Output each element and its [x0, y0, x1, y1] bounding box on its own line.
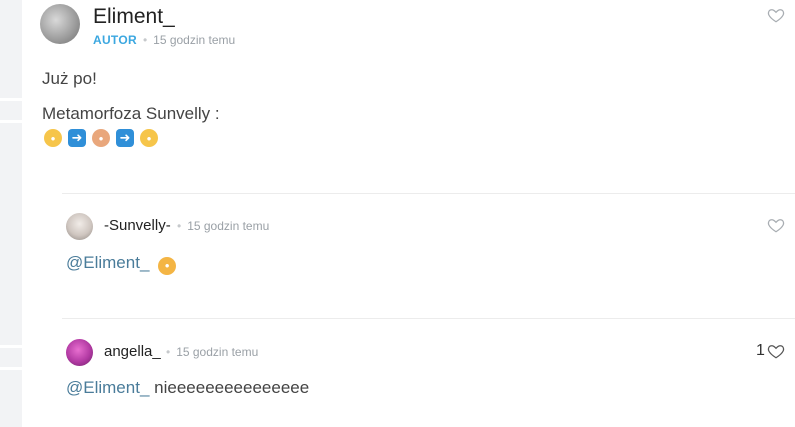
comment-meta: • 15 godzin temu: [177, 219, 269, 233]
rail-divider: [0, 345, 22, 348]
reply-text: @Eliment_ nieeeeeeeeeeeeeee: [66, 378, 309, 398]
heart-icon[interactable]: [767, 6, 785, 24]
rail-divider: [0, 120, 22, 123]
timestamp[interactable]: 15 godzin temu: [176, 345, 258, 359]
rail-divider: [0, 367, 22, 370]
reply-sunvelly: -Sunvelly- • 15 godzin temu @Eliment_ •: [22, 195, 795, 315]
crying-face-emoji: •: [158, 256, 177, 275]
arrow-right-emoji: ➜: [116, 129, 134, 147]
arrow-right-emoji: ➜: [68, 129, 86, 147]
like-count: 1: [756, 342, 765, 359]
timestamp[interactable]: 15 godzin temu: [187, 219, 269, 233]
author-badge: AUTOR: [93, 33, 137, 47]
heart-icon[interactable]: [767, 216, 785, 234]
comment-eliment: Eliment_ AUTOR • 15 godzin temu Już po! Me…: [22, 0, 795, 190]
comment-meta: • 15 godzin temu: [166, 345, 258, 359]
comment-text-line: Już po!: [42, 69, 97, 88]
person-gesturing-emoji: •: [92, 129, 110, 147]
woman-face-emoji: •: [44, 129, 62, 147]
author-name[interactable]: angella_: [104, 343, 161, 360]
emoji-row: • ➜ • ➜ •: [44, 129, 158, 147]
reply-angella: angella_ • 15 godzin temu 1 @Eliment_ nie…: [22, 320, 795, 427]
reply-text: @Eliment_ •: [66, 253, 177, 275]
reply-message: nieeeeeeeeeeeeeee: [154, 378, 310, 397]
separator-dot: •: [166, 345, 171, 359]
comment-divider: [62, 193, 795, 194]
rail-divider: [0, 98, 22, 101]
author-name[interactable]: -Sunvelly-: [104, 217, 171, 234]
mention-link[interactable]: @Eliment_: [66, 378, 149, 397]
comment-meta: AUTOR • 15 godzin temu: [93, 33, 235, 47]
comment-text-line: Metamorfoza Sunvelly :: [42, 104, 220, 123]
left-rail: [0, 0, 22, 427]
baby-face-emoji: •: [140, 129, 158, 147]
author-name[interactable]: Eliment_: [93, 5, 175, 29]
avatar[interactable]: [66, 339, 93, 366]
comment-divider: [62, 318, 795, 319]
separator-dot: •: [177, 219, 182, 233]
comment-thread: Eliment_ AUTOR • 15 godzin temu Już po! Me…: [22, 0, 795, 427]
avatar[interactable]: [40, 4, 80, 44]
avatar[interactable]: [66, 213, 93, 240]
mention-link[interactable]: @Eliment_: [66, 253, 149, 272]
heart-icon[interactable]: [767, 342, 785, 360]
separator-dot: •: [142, 33, 148, 47]
timestamp[interactable]: 15 godzin temu: [153, 33, 235, 47]
